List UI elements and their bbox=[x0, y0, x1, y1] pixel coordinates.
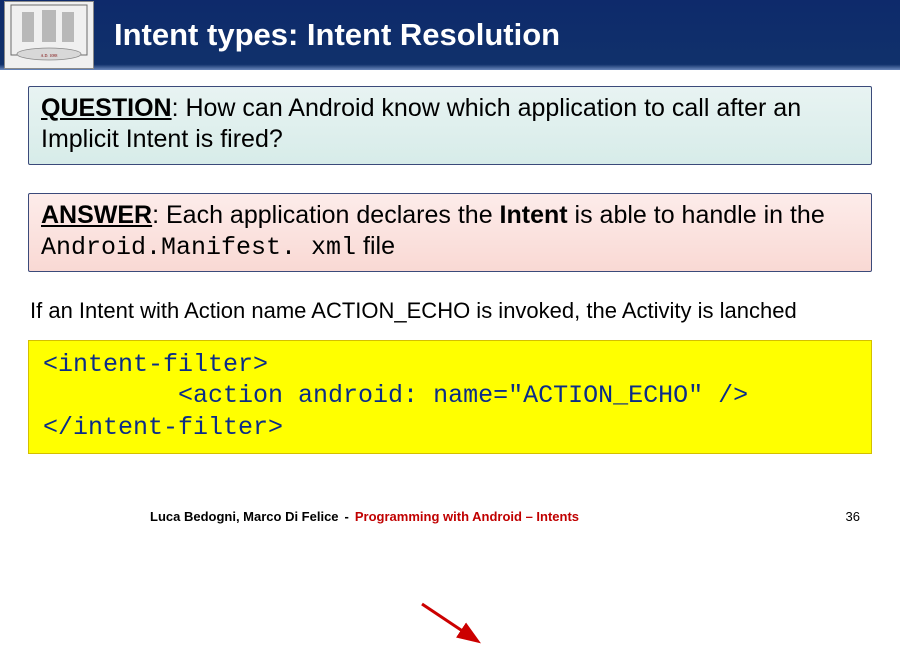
title-prefix: Intent bbox=[114, 17, 207, 52]
code-line-1: <intent-filter> bbox=[43, 350, 268, 379]
answer-label: ANSWER bbox=[41, 201, 152, 229]
page-number: 36 bbox=[846, 509, 860, 524]
answer-text-2: is able to handle in the bbox=[568, 201, 825, 229]
slide-footer: Luca Bedogni, Marco Di Felice - Programm… bbox=[0, 509, 900, 524]
university-seal-logo: A.D. 1088 bbox=[4, 1, 94, 69]
footer-course: Programming with Android – Intents bbox=[355, 509, 579, 524]
slide-content: QUESTION: How can Android know which app… bbox=[0, 80, 900, 454]
code-line-3: </intent-filter> bbox=[43, 413, 283, 442]
code-line-2: <action android: name="ACTION_ECHO" /> bbox=[43, 381, 748, 410]
answer-text-3: file bbox=[356, 232, 395, 260]
seal-icon: A.D. 1088 bbox=[8, 2, 90, 64]
footer-authors: Luca Bedogni, Marco Di Felice bbox=[150, 509, 339, 524]
question-box: QUESTION: How can Android know which app… bbox=[28, 86, 872, 165]
answer-code-word: Android.Manifest. xml bbox=[41, 233, 356, 262]
slide-title: Intent types: Intent Resolution bbox=[114, 17, 560, 53]
answer-bold: Intent bbox=[500, 201, 568, 229]
title-types: types: bbox=[207, 17, 298, 52]
answer-text-1: : Each application declares the bbox=[152, 201, 499, 229]
footer-left: Luca Bedogni, Marco Di Felice - Programm… bbox=[150, 509, 579, 524]
title-suffix: Intent Resolution bbox=[298, 17, 560, 52]
arrow-icon bbox=[416, 600, 496, 650]
code-snippet: <intent-filter> <action android: name="A… bbox=[28, 340, 872, 454]
slide-header: A.D. 1088 Intent types: Intent Resolutio… bbox=[0, 0, 900, 70]
svg-text:A.D. 1088: A.D. 1088 bbox=[41, 53, 58, 58]
answer-box: ANSWER: Each application declares the In… bbox=[28, 193, 872, 273]
explanation-text: If an Intent with Action name ACTION_ECH… bbox=[28, 298, 872, 324]
question-label: QUESTION bbox=[41, 94, 172, 122]
footer-dash: - bbox=[345, 509, 349, 524]
